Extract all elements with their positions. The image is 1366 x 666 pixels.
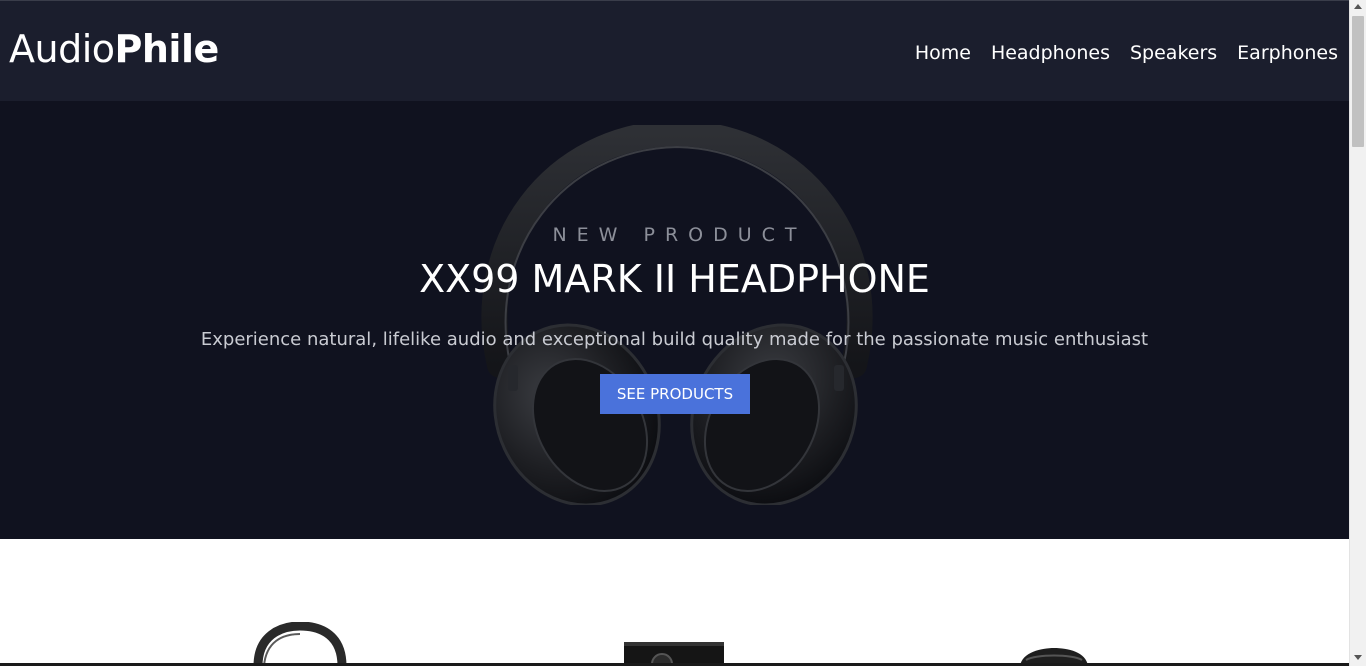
brand-logo-light: Audio xyxy=(9,27,115,71)
headphones-image xyxy=(481,125,873,505)
nav-link-home[interactable]: Home xyxy=(915,40,971,66)
nav-link-headphones[interactable]: Headphones xyxy=(991,40,1110,66)
hero-title: XX99 MARK II HEADPHONE xyxy=(419,257,930,301)
nav-link-speakers[interactable]: Speakers xyxy=(1130,40,1217,66)
scroll-up-arrow-icon[interactable] xyxy=(1354,4,1362,9)
hero-description: Experience natural, lifelike audio and e… xyxy=(200,329,1149,350)
scroll-down-arrow-icon[interactable] xyxy=(1354,655,1362,660)
main-nav: Home Headphones Speakers Earphones xyxy=(915,40,1338,66)
brand-logo-bold: Phile xyxy=(114,27,220,71)
hero-section: NEW PRODUCT XX99 MARK II HEADPHONE Exper… xyxy=(0,101,1349,539)
site-header: AudioPhile Home Headphones Speakers Earp… xyxy=(0,0,1349,101)
see-products-button[interactable]: SEE PRODUCTS xyxy=(600,374,750,414)
page: AudioPhile Home Headphones Speakers Earp… xyxy=(0,0,1349,666)
brand-logo[interactable]: AudioPhile xyxy=(9,27,219,71)
nav-link-earphones[interactable]: Earphones xyxy=(1237,40,1338,66)
hero-overline: NEW PRODUCT xyxy=(552,224,807,246)
scroll-thumb[interactable] xyxy=(1352,16,1364,147)
vertical-scrollbar[interactable] xyxy=(1349,0,1366,666)
headphones-thumbnail-icon[interactable] xyxy=(250,622,350,666)
